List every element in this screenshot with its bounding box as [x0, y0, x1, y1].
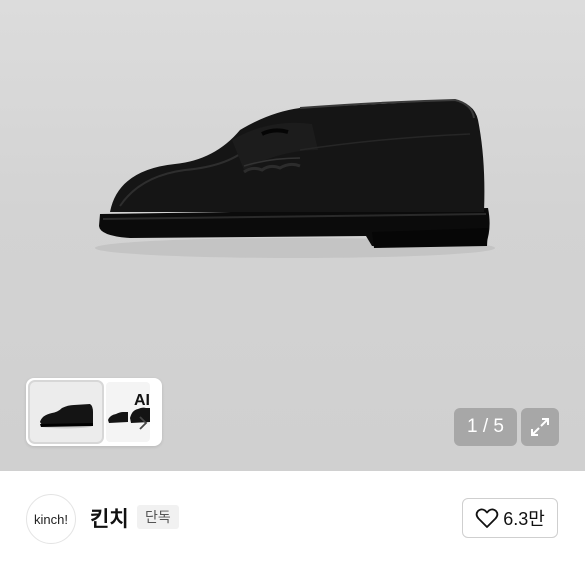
exclusive-badge: 단독: [137, 505, 179, 529]
like-count: 6.3만: [503, 509, 545, 529]
ai-label[interactable]: AI: [134, 392, 150, 410]
image-counter: 1 / 5: [454, 408, 517, 446]
exclusive-badge-text: 단독: [145, 510, 171, 526]
chevron-right-icon[interactable]: [136, 414, 150, 432]
loafer-pair-thumbnail-image: [108, 407, 150, 423]
image-counter-text: 1 / 5: [467, 416, 504, 437]
product-page: AI 1 / 5 kinch! 킨치 단독 6.3만: [0, 0, 585, 585]
heart-outline-icon: [475, 508, 499, 528]
expand-icon: [531, 418, 549, 436]
brand-logo[interactable]: kinch!: [26, 494, 76, 544]
loafer-thumbnail-image: [40, 404, 93, 429]
expand-button[interactable]: [521, 408, 559, 446]
brand-logo-text: kinch!: [34, 511, 68, 527]
product-image-gallery[interactable]: AI 1 / 5: [0, 0, 585, 471]
like-button[interactable]: 6.3만: [462, 498, 558, 538]
thumbnail-strip[interactable]: [26, 378, 162, 446]
thumbnail-second[interactable]: [106, 382, 150, 442]
thumbnail-selected[interactable]: [28, 380, 104, 444]
brand-name[interactable]: 킨치: [90, 503, 129, 533]
